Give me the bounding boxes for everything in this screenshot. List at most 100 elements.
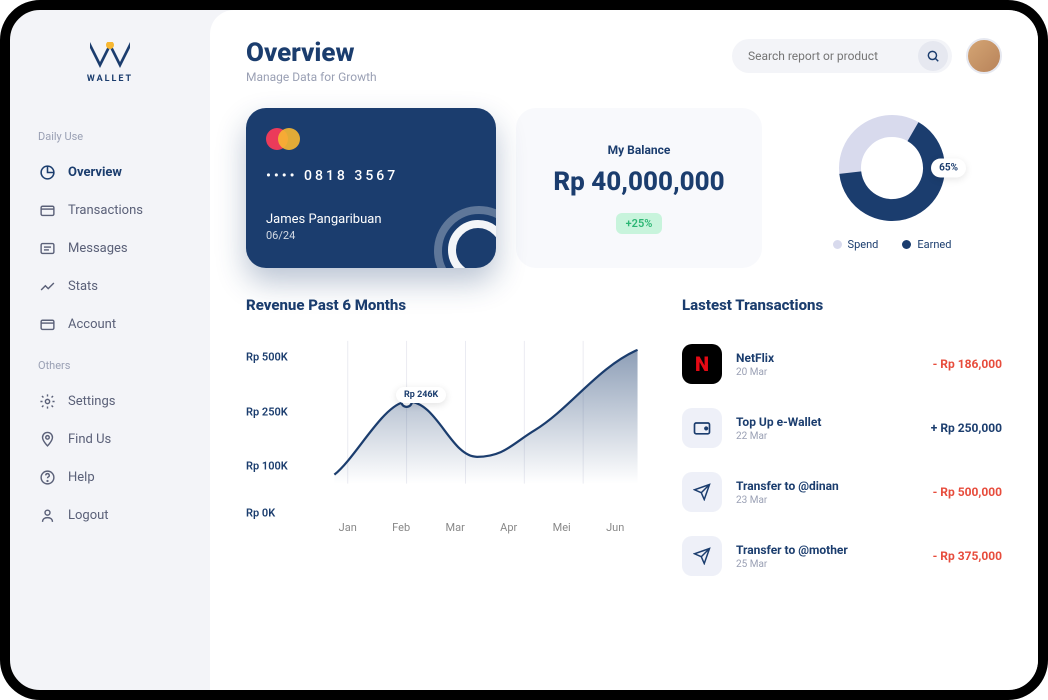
x-label: Jan xyxy=(339,521,357,534)
stats-icon xyxy=(38,277,56,295)
nav-label: Stats xyxy=(68,279,98,294)
bottom-row: Revenue Past 6 Months Rp 500K Rp 250K Rp… xyxy=(246,296,1002,588)
app-frame: WALLET Daily Use Overview Transactions M… xyxy=(0,0,1048,700)
main-content: Overview Manage Data for Growth •••• 081… xyxy=(210,10,1038,690)
card-icon xyxy=(38,201,56,219)
logout-icon xyxy=(38,506,56,524)
tx-amount: + Rp 250,000 xyxy=(931,421,1002,435)
x-axis-labels: Jan Feb Mar Apr Mei Jun xyxy=(321,521,642,534)
donut-chart: 65% xyxy=(832,108,952,228)
netflix-icon: N xyxy=(682,344,722,384)
transactions-section: Lastest Transactions N NetFlix 20 Mar - … xyxy=(682,296,1002,588)
account-icon xyxy=(38,315,56,333)
search-button[interactable] xyxy=(918,41,948,71)
nav-label: Logout xyxy=(68,508,109,523)
tx-date: 20 Mar xyxy=(736,367,919,378)
legend-earned: Earned xyxy=(902,238,951,251)
location-icon xyxy=(38,430,56,448)
legend-spend: Spend xyxy=(833,238,879,251)
balance-card: My Balance Rp 40,000,000 +25% xyxy=(516,108,762,268)
tx-info: Transfer to @mother 25 Mar xyxy=(736,543,919,570)
header: Overview Manage Data for Growth xyxy=(246,38,1002,84)
pie-icon xyxy=(38,163,56,181)
tx-amount: - Rp 186,000 xyxy=(933,357,1002,371)
nav-label: Overview xyxy=(68,165,122,180)
sidebar-item-transactions[interactable]: Transactions xyxy=(30,191,190,229)
x-label: Apr xyxy=(500,521,517,534)
sidebar-item-findus[interactable]: Find Us xyxy=(30,420,190,458)
card-number: •••• 0818 3567 xyxy=(266,168,476,184)
balance-amount: Rp 40,000,000 xyxy=(553,167,724,197)
sidebar-item-account[interactable]: Account xyxy=(30,305,190,343)
tx-amount: - Rp 375,000 xyxy=(933,549,1002,563)
donut-card: 65% Spend Earned xyxy=(782,108,1002,268)
balance-change-badge: +25% xyxy=(616,213,663,234)
sidebar-item-logout[interactable]: Logout xyxy=(30,496,190,534)
header-titles: Overview Manage Data for Growth xyxy=(246,38,377,84)
nav-label: Account xyxy=(68,317,116,332)
line-chart xyxy=(321,332,642,493)
tx-amount: - Rp 500,000 xyxy=(933,485,1002,499)
mastercard-icon xyxy=(266,128,476,150)
tx-date: 25 Mar xyxy=(736,559,919,570)
page-title: Overview xyxy=(246,38,377,68)
send-icon xyxy=(682,472,722,512)
logo-text: WALLET xyxy=(87,74,133,84)
y-axis-label: Rp 100K xyxy=(246,460,288,473)
tx-name: Top Up e-Wallet xyxy=(736,415,917,429)
page-subtitle: Manage Data for Growth xyxy=(246,70,377,84)
cards-row: •••• 0818 3567 James Pangaribuan 06/24 M… xyxy=(246,108,1002,268)
nav-label: Help xyxy=(68,470,95,485)
chart-title: Revenue Past 6 Months xyxy=(246,296,642,314)
balance-label: My Balance xyxy=(608,143,671,157)
chart-box: Rp 500K Rp 250K Rp 100K Rp 0K xyxy=(246,332,642,542)
tx-info: NetFlix 20 Mar xyxy=(736,351,919,378)
tx-name: NetFlix xyxy=(736,351,919,365)
credit-card[interactable]: •••• 0818 3567 James Pangaribuan 06/24 xyxy=(246,108,496,268)
send-icon xyxy=(682,536,722,576)
x-label: Mar xyxy=(445,521,464,534)
nav-label: Transactions xyxy=(68,203,143,218)
donut-percent: 65% xyxy=(931,159,966,178)
sidebar-section-others: Others xyxy=(38,359,190,372)
x-label: Jun xyxy=(606,521,624,534)
x-label: Feb xyxy=(392,521,410,534)
search-wrap xyxy=(732,39,952,73)
donut-legend: Spend Earned xyxy=(833,238,952,251)
message-icon xyxy=(38,239,56,257)
logo: WALLET xyxy=(30,40,190,84)
tx-name: Transfer to @dinan xyxy=(736,479,919,493)
tx-title: Lastest Transactions xyxy=(682,296,1002,314)
tx-info: Transfer to @dinan 23 Mar xyxy=(736,479,919,506)
transaction-row[interactable]: Top Up e-Wallet 22 Mar + Rp 250,000 xyxy=(682,396,1002,460)
tx-info: Top Up e-Wallet 22 Mar xyxy=(736,415,917,442)
y-axis-label: Rp 500K xyxy=(246,351,288,364)
transaction-row[interactable]: Transfer to @dinan 23 Mar - Rp 500,000 xyxy=(682,460,1002,524)
sidebar-item-help[interactable]: Help xyxy=(30,458,190,496)
transaction-row[interactable]: N NetFlix 20 Mar - Rp 186,000 xyxy=(682,332,1002,396)
help-icon xyxy=(38,468,56,486)
avatar[interactable] xyxy=(966,38,1002,74)
sidebar-section-daily: Daily Use xyxy=(38,130,190,143)
sidebar-item-stats[interactable]: Stats xyxy=(30,267,190,305)
sidebar: WALLET Daily Use Overview Transactions M… xyxy=(10,10,210,690)
logo-icon xyxy=(90,40,130,70)
sidebar-item-overview[interactable]: Overview xyxy=(30,153,190,191)
y-axis-label: Rp 0K xyxy=(246,506,275,519)
y-axis-label: Rp 250K xyxy=(246,405,288,418)
sidebar-item-messages[interactable]: Messages xyxy=(30,229,190,267)
tx-date: 22 Mar xyxy=(736,431,917,442)
nav-label: Messages xyxy=(68,241,128,256)
wallet-icon xyxy=(682,408,722,448)
header-actions xyxy=(732,38,1002,74)
nav-label: Settings xyxy=(68,394,115,409)
x-label: Mei xyxy=(553,521,571,534)
tx-date: 23 Mar xyxy=(736,495,919,506)
search-icon xyxy=(926,49,940,63)
nav-label: Find Us xyxy=(68,432,111,447)
chart-tooltip: Rp 246K xyxy=(396,387,446,403)
revenue-chart-section: Revenue Past 6 Months Rp 500K Rp 250K Rp… xyxy=(246,296,642,588)
sidebar-item-settings[interactable]: Settings xyxy=(30,382,190,420)
transaction-row[interactable]: Transfer to @mother 25 Mar - Rp 375,000 xyxy=(682,524,1002,588)
gear-icon xyxy=(38,392,56,410)
